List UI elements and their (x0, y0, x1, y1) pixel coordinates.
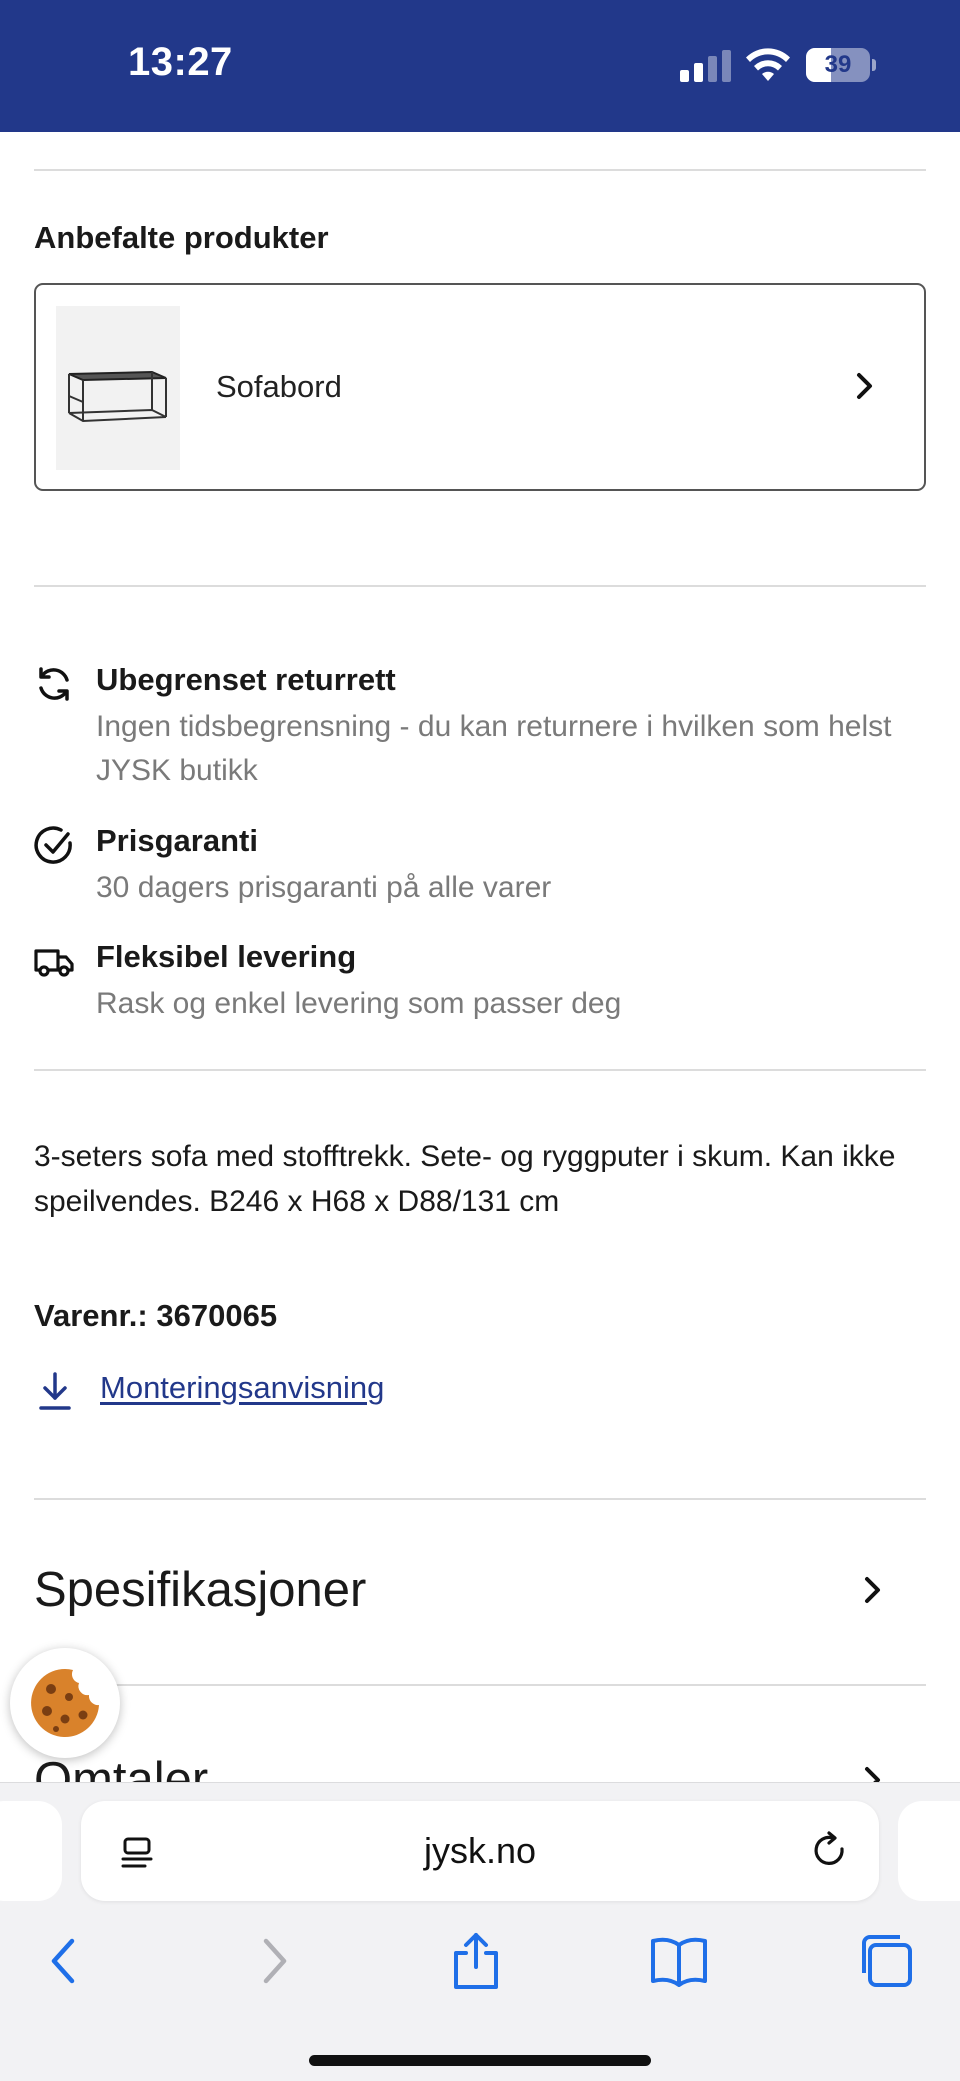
share-icon[interactable] (446, 1931, 506, 1991)
cookie-settings-button[interactable] (10, 1648, 120, 1758)
bookmarks-icon[interactable] (649, 1931, 709, 1991)
usp-price-guarantee: Prisgaranti 30 dagers prisgaranti på all… (34, 823, 926, 913)
usp-description: Rask og enkel levering som passer deg (96, 987, 622, 1020)
battery-body: 39 (806, 48, 870, 82)
chevron-right-icon (865, 1767, 880, 1782)
recommended-product-card[interactable]: Sofabord (34, 283, 926, 491)
reload-icon[interactable] (811, 1831, 849, 1871)
download-icon[interactable] (38, 1370, 72, 1412)
usp-title: Ubegrenset returrett (96, 662, 396, 697)
product-description: 3-seters sofa med stofftrekk. Sete- og r… (34, 1140, 896, 1218)
check-circle-icon (34, 826, 72, 864)
forward-icon[interactable] (244, 1931, 304, 1991)
wifi-icon (746, 48, 790, 81)
cookie-icon (31, 1669, 100, 1737)
assembly-instructions-link[interactable]: Monteringsanvisning (100, 1370, 384, 1406)
refresh-icon (39, 667, 69, 701)
usp-title: Prisgaranti (96, 823, 258, 858)
usp-title: Fleksibel levering (96, 939, 357, 974)
article-number-value: 3670065 (156, 1298, 278, 1333)
previous-tab-preview[interactable] (0, 1801, 62, 1901)
divider (34, 169, 926, 171)
usp-description: Ingen tidsbegrensning - du kan returnere… (96, 710, 892, 787)
coffee-table-image (56, 306, 180, 470)
usp-description: 30 dagers prisgaranti på alle varer (96, 871, 552, 904)
usp-return: Ubegrenset returrett Ingen tidsbegrensni… (34, 662, 926, 792)
recommended-title: Anbefalte produkter (34, 220, 329, 255)
address-bar[interactable]: jysk.no (81, 1801, 879, 1901)
chevron-right-icon (865, 1577, 880, 1603)
battery-cap (872, 59, 876, 71)
accordion-reviews[interactable]: Omtaler (34, 1686, 926, 1782)
url-text[interactable]: jysk.no (81, 1801, 879, 1901)
status-bar: 13:27 39 (0, 0, 960, 132)
home-indicator (309, 2055, 651, 2066)
browser-chrome: jysk.no (0, 1782, 960, 2081)
back-icon[interactable] (34, 1931, 94, 1991)
battery-indicator: 39 (806, 48, 876, 82)
accordion-label: Spesifikasjoner (34, 1563, 367, 1617)
article-number-label: Varenr.: (34, 1298, 148, 1333)
accordion-specifications[interactable]: Spesifikasjoner (34, 1500, 926, 1620)
truck-icon (34, 949, 74, 977)
usp-delivery: Fleksibel levering Rask og enkel leverin… (34, 939, 926, 1029)
article-number: Varenr.: 3670065 (34, 1298, 277, 1334)
status-time: 13:27 (128, 40, 233, 84)
divider (34, 585, 926, 587)
battery-level: 39 (824, 51, 852, 78)
recommended-product-name: Sofabord (216, 369, 342, 404)
cellular-signal-icon (680, 50, 731, 82)
next-tab-preview[interactable] (898, 1801, 960, 1901)
chevron-right-icon (857, 373, 872, 399)
tabs-icon[interactable] (856, 1931, 916, 1991)
divider (34, 1069, 926, 1071)
